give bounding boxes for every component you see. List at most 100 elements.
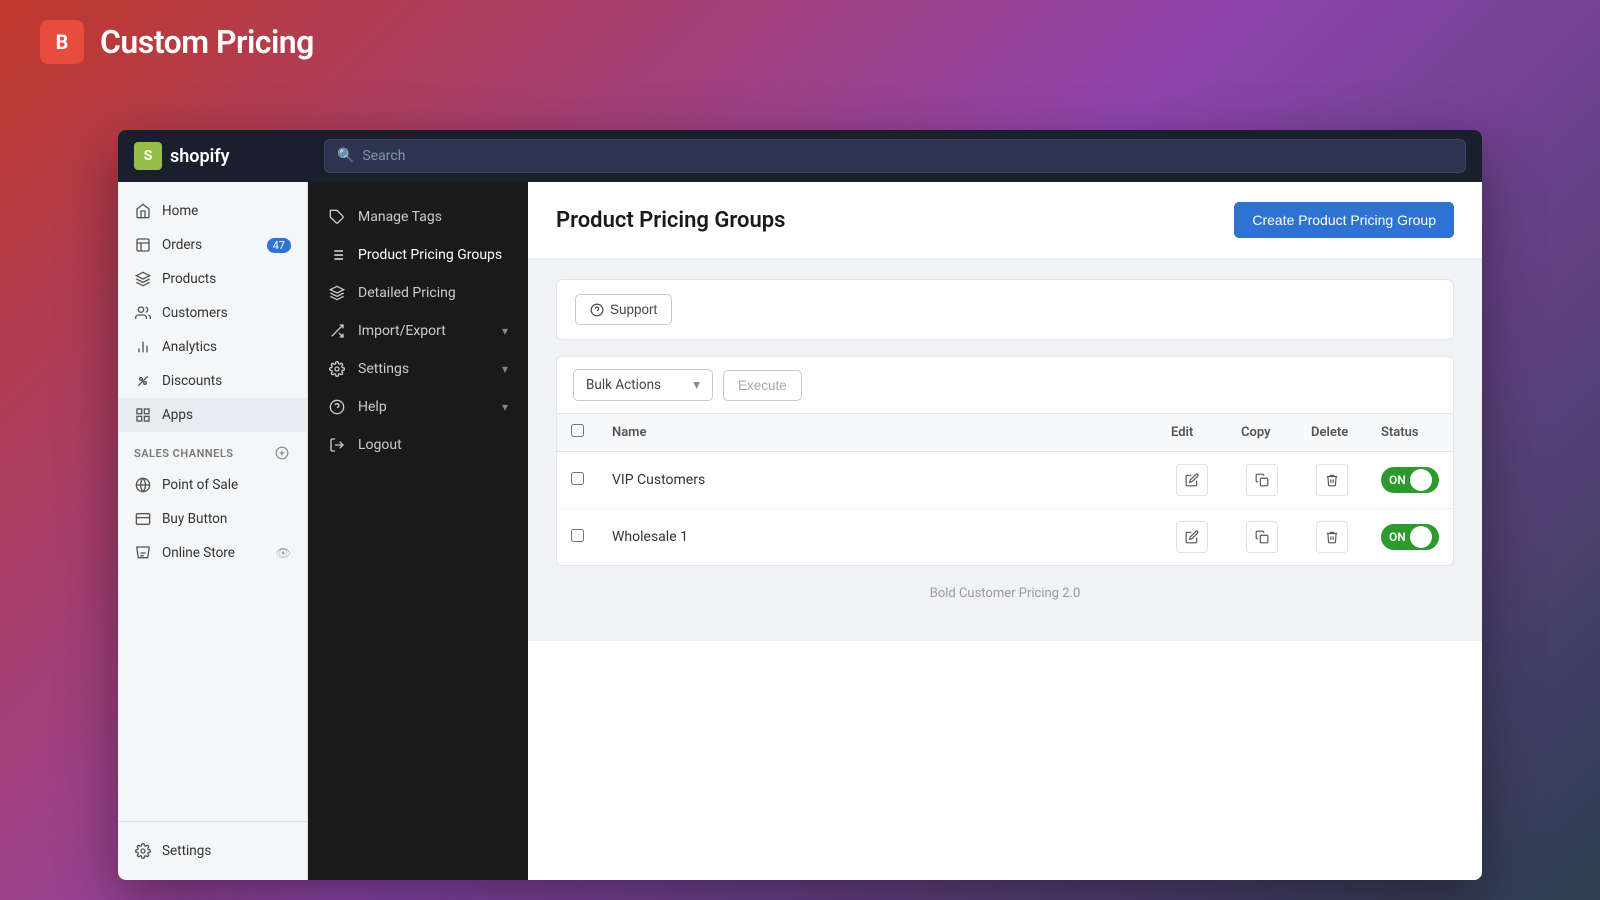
row-edit-cell-2 <box>1157 509 1227 566</box>
products-icon <box>134 270 152 288</box>
toggle-circle-2 <box>1410 526 1432 548</box>
status-toggle-1[interactable]: ON <box>1381 467 1439 493</box>
select-all-header <box>557 414 598 452</box>
table-header-name: Name <box>598 414 1157 452</box>
apps-icon <box>134 406 152 424</box>
support-section: Support <box>556 279 1454 340</box>
sidebar-item-label-home: Home <box>162 203 198 219</box>
edit-button-2[interactable] <box>1176 521 1208 553</box>
shopify-topbar: S shopify 🔍 Search <box>118 130 1482 182</box>
app-nav-detailed-pricing[interactable]: Detailed Pricing <box>308 274 528 312</box>
sidebar-item-settings[interactable]: Settings <box>118 834 307 868</box>
bulk-actions-bar: Bulk Actions ▾ Execute <box>557 357 1453 414</box>
orders-icon <box>134 236 152 254</box>
support-button[interactable]: Support <box>575 294 672 325</box>
edit-button-1[interactable] <box>1176 464 1208 496</box>
orders-badge: 47 <box>267 238 291 253</box>
row-checkbox-2[interactable] <box>571 529 584 542</box>
sidebar-item-customers[interactable]: Customers <box>118 296 307 330</box>
tag-icon <box>328 208 346 226</box>
home-icon <box>134 202 152 220</box>
row-checkbox-cell <box>557 509 598 566</box>
sidebar-item-pos[interactable]: Point of Sale <box>118 468 307 502</box>
main-window: S shopify 🔍 Search Home <box>118 130 1482 880</box>
row-status-cell-1: ON <box>1367 452 1453 509</box>
sidebar-bottom: Settings <box>118 821 307 880</box>
row-copy-cell-1 <box>1227 452 1297 509</box>
row-checkbox-1[interactable] <box>571 472 584 485</box>
sidebar-item-label-settings: Settings <box>162 843 211 859</box>
pos-icon <box>134 476 152 494</box>
sidebar: Home Orders 47 Products <box>118 182 308 880</box>
sidebar-item-label-apps: Apps <box>162 407 193 423</box>
sidebar-item-analytics[interactable]: Analytics <box>118 330 307 364</box>
page-title: Product Pricing Groups <box>556 208 785 233</box>
add-sales-channel-icon[interactable] <box>273 444 291 462</box>
sidebar-nav: Home Orders 47 Products <box>118 182 307 821</box>
import-export-icon <box>328 322 346 340</box>
app-title: Custom Pricing <box>100 23 314 61</box>
copy-button-2[interactable] <box>1246 521 1278 553</box>
logout-icon <box>328 436 346 454</box>
support-icon <box>590 303 604 317</box>
app-nav-import-export[interactable]: Import/Export ▾ <box>308 312 528 350</box>
row-checkbox-cell <box>557 452 598 509</box>
discounts-icon <box>134 372 152 390</box>
sidebar-item-apps[interactable]: Apps <box>118 398 307 432</box>
app-nav-label-help: Help <box>358 399 387 415</box>
delete-button-2[interactable] <box>1316 521 1348 553</box>
app-nav-label-import-export: Import/Export <box>358 323 446 339</box>
execute-button[interactable]: Execute <box>723 370 802 401</box>
app-nav-label-manage-tags: Manage Tags <box>358 209 442 225</box>
page-inner: Product Pricing Groups Create Product Pr… <box>528 182 1482 880</box>
detailed-pricing-icon <box>328 284 346 302</box>
sidebar-item-discounts[interactable]: Discounts <box>118 364 307 398</box>
shopify-logo: S shopify <box>134 142 324 170</box>
app-nav-help[interactable]: Help ▾ <box>308 388 528 426</box>
sidebar-item-products[interactable]: Products <box>118 262 307 296</box>
sidebar-item-orders[interactable]: Orders 47 <box>118 228 307 262</box>
app-nav-label-product-pricing-groups: Product Pricing Groups <box>358 247 502 263</box>
app-nav-logout[interactable]: Logout <box>308 426 528 464</box>
copy-button-1[interactable] <box>1246 464 1278 496</box>
table-header-edit: Edit <box>1157 414 1227 452</box>
sidebar-item-online-store[interactable]: Online Store 👁 <box>118 536 307 570</box>
shopify-logo-icon: S <box>134 142 162 170</box>
row-delete-cell-1 <box>1297 452 1367 509</box>
create-product-pricing-group-button[interactable]: Create Product Pricing Group <box>1234 202 1454 238</box>
table-header-copy: Copy <box>1227 414 1297 452</box>
help-chevron-icon: ▾ <box>502 400 508 414</box>
select-all-checkbox[interactable] <box>571 424 584 437</box>
bulk-actions-dropdown[interactable]: Bulk Actions ▾ <box>573 369 713 401</box>
footer-text: Bold Customer Pricing 2.0 <box>556 566 1454 621</box>
search-bar[interactable]: 🔍 Search <box>324 139 1466 173</box>
sales-channels-header: SALES CHANNELS <box>118 432 307 468</box>
table-row: VIP Customers ON <box>557 452 1453 509</box>
search-icon: 🔍 <box>337 148 354 164</box>
toggle-circle-1 <box>1410 469 1432 491</box>
delete-button-1[interactable] <box>1316 464 1348 496</box>
table-section: Bulk Actions ▾ Execute <box>556 356 1454 566</box>
app-nav-manage-tags[interactable]: Manage Tags <box>308 198 528 236</box>
row-name-1: VIP Customers <box>598 452 1157 509</box>
sidebar-item-label-analytics: Analytics <box>162 339 217 355</box>
app-logo-icon: B <box>40 20 84 64</box>
app-nav-product-pricing-groups[interactable]: Product Pricing Groups <box>308 236 528 274</box>
pricing-groups-table: Name Edit Copy Delete Status <box>557 414 1453 565</box>
sidebar-item-label-pos: Point of Sale <box>162 477 238 493</box>
page-content: Product Pricing Groups Create Product Pr… <box>528 182 1482 880</box>
sidebar-item-home[interactable]: Home <box>118 194 307 228</box>
sidebar-item-label-orders: Orders <box>162 237 202 253</box>
app-nav-settings[interactable]: Settings ▾ <box>308 350 528 388</box>
page-header: Product Pricing Groups Create Product Pr… <box>528 182 1482 259</box>
import-export-chevron-icon: ▾ <box>502 324 508 338</box>
row-name-2: Wholesale 1 <box>598 509 1157 566</box>
settings-icon <box>134 842 152 860</box>
sidebar-item-buy-button[interactable]: Buy Button <box>118 502 307 536</box>
buy-button-icon <box>134 510 152 528</box>
sidebar-item-label-customers: Customers <box>162 305 228 321</box>
status-toggle-2[interactable]: ON <box>1381 524 1439 550</box>
main-content: Home Orders 47 Products <box>118 182 1482 880</box>
app-nav-label-settings: Settings <box>358 361 409 377</box>
search-placeholder: Search <box>362 148 405 164</box>
